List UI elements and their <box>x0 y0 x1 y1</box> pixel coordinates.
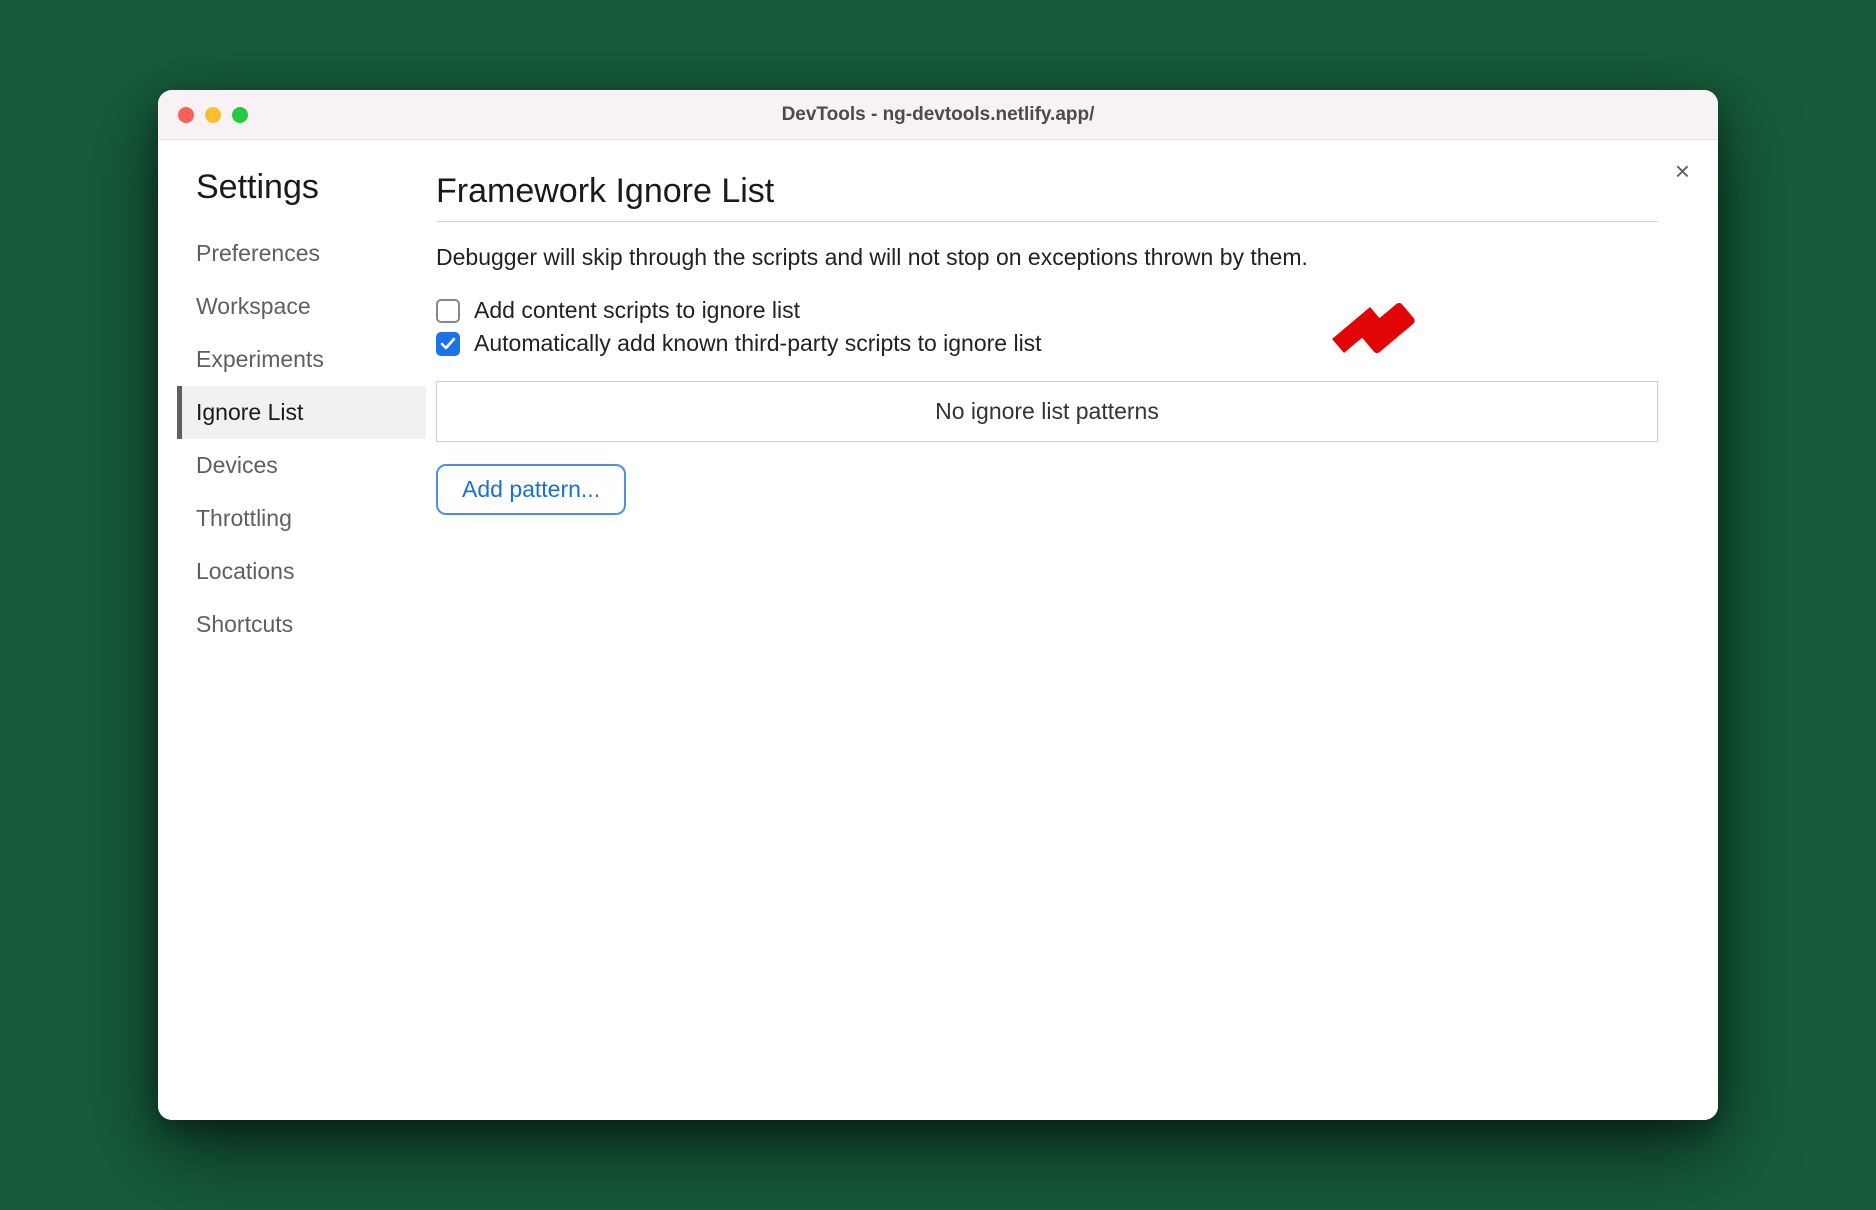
sidebar-item-label: Ignore List <box>196 399 303 425</box>
empty-patterns-text: No ignore list patterns <box>935 398 1159 424</box>
sidebar-item-throttling[interactable]: Throttling <box>177 492 426 545</box>
sidebar-item-ignore-list[interactable]: Ignore List <box>177 386 426 439</box>
settings-sidebar: Settings Preferences Workspace Experiments… <box>158 140 426 1120</box>
sidebar-item-experiments[interactable]: Experiments <box>177 333 426 386</box>
sidebar-item-label: Shortcuts <box>196 611 293 637</box>
add-pattern-button[interactable]: Add pattern... <box>436 464 626 515</box>
settings-content: × Settings PreferencesWorkspaceExperimen… <box>158 140 1718 1120</box>
sidebar-item-label: Throttling <box>196 505 292 531</box>
sidebar-item-label: Experiments <box>196 346 324 372</box>
sidebar-item-preferences[interactable]: Preferences <box>177 227 426 280</box>
sidebar-item-label: Workspace <box>196 293 311 319</box>
sidebar-item-label: Locations <box>196 558 294 584</box>
devtools-window: DevTools - ng-devtools.netlify.app/ × Se… <box>158 90 1718 1120</box>
ignore-patterns-list: No ignore list patterns <box>436 381 1658 442</box>
checkbox-label: Automatically add known third-party scri… <box>474 330 1042 357</box>
window-controls <box>158 107 248 123</box>
titlebar: DevTools - ng-devtools.netlify.app/ <box>158 90 1718 140</box>
sidebar-item-devices[interactable]: Devices <box>177 439 426 492</box>
window-title: DevTools - ng-devtools.netlify.app/ <box>158 104 1718 126</box>
window-minimize-button[interactable] <box>205 107 221 123</box>
sidebar-item-locations[interactable]: Locations <box>177 545 426 598</box>
window-maximize-button[interactable] <box>232 107 248 123</box>
sidebar-item-label: Devices <box>196 452 278 478</box>
sidebar-item-shortcuts[interactable]: Shortcuts <box>177 598 426 651</box>
checkbox-label: Add content scripts to ignore list <box>474 297 800 324</box>
sidebar-item-workspace[interactable]: Workspace <box>177 280 426 333</box>
settings-main-panel: Framework Ignore List Debugger will skip… <box>426 140 1718 1120</box>
auto-add-third-party-checkbox-row[interactable]: Automatically add known third-party scri… <box>436 330 1658 357</box>
sidebar-item-label: Preferences <box>196 240 320 266</box>
auto-add-third-party-checkbox[interactable] <box>436 332 460 356</box>
add-content-scripts-checkbox[interactable] <box>436 299 460 323</box>
panel-description: Debugger will skip through the scripts a… <box>436 244 1658 271</box>
window-close-button[interactable] <box>178 107 194 123</box>
settings-title: Settings <box>182 168 426 207</box>
panel-title: Framework Ignore List <box>436 172 1658 222</box>
add-content-scripts-checkbox-row[interactable]: Add content scripts to ignore list <box>436 297 1658 324</box>
